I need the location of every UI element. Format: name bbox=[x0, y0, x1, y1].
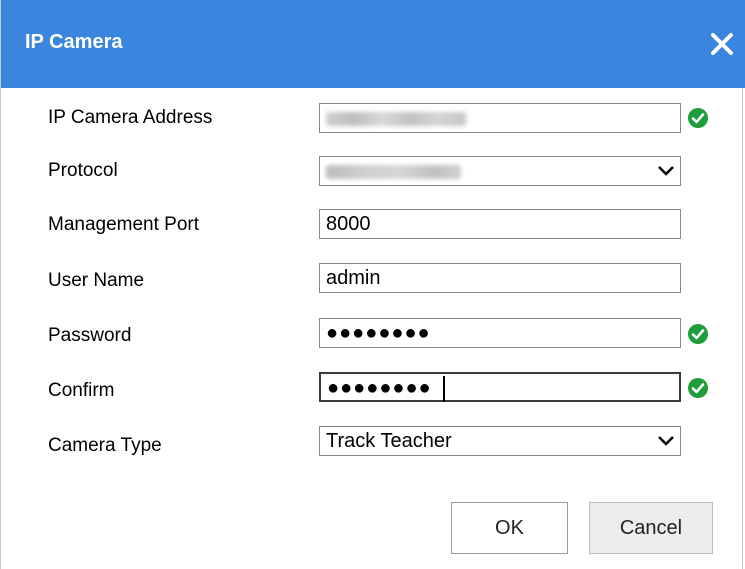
dialog-title: IP Camera bbox=[25, 31, 123, 53]
cancel-button[interactable]: Cancel bbox=[589, 502, 713, 554]
ip-address-value bbox=[326, 111, 466, 126]
password-label: Password bbox=[48, 325, 132, 346]
ip-address-label: IP Camera Address bbox=[48, 107, 213, 128]
management-port-input[interactable]: 8000 bbox=[319, 209, 681, 239]
confirm-password-input[interactable]: ●●●●●●●● bbox=[319, 372, 681, 402]
valid-check-icon bbox=[688, 108, 708, 128]
valid-check-icon bbox=[688, 324, 708, 344]
dialog-titlebar: IP Camera bbox=[1, 0, 745, 88]
ok-button[interactable]: OK bbox=[451, 502, 568, 554]
confirm-value: ●●●●●●●● bbox=[327, 377, 432, 399]
user-name-label: User Name bbox=[48, 270, 145, 291]
text-caret bbox=[443, 376, 445, 402]
chevron-down-icon bbox=[658, 436, 674, 446]
protocol-value bbox=[326, 164, 461, 179]
confirm-label: Confirm bbox=[48, 380, 115, 401]
protocol-label: Protocol bbox=[48, 160, 118, 181]
protocol-select[interactable] bbox=[319, 156, 681, 186]
camera-type-label: Camera Type bbox=[48, 435, 162, 456]
ip-camera-dialog: IP Camera IP Camera Address Protocol Man… bbox=[0, 0, 745, 569]
user-name-input[interactable]: admin bbox=[319, 263, 681, 293]
password-value: ●●●●●●●● bbox=[326, 322, 431, 344]
chevron-down-icon bbox=[658, 166, 674, 176]
camera-type-select[interactable]: Track Teacher bbox=[319, 426, 681, 456]
close-icon[interactable] bbox=[709, 31, 735, 57]
ip-address-input[interactable] bbox=[319, 103, 681, 133]
management-port-label: Management Port bbox=[48, 214, 200, 235]
password-input[interactable]: ●●●●●●●● bbox=[319, 318, 681, 348]
camera-type-value: Track Teacher bbox=[326, 430, 452, 452]
valid-check-icon bbox=[688, 378, 708, 398]
